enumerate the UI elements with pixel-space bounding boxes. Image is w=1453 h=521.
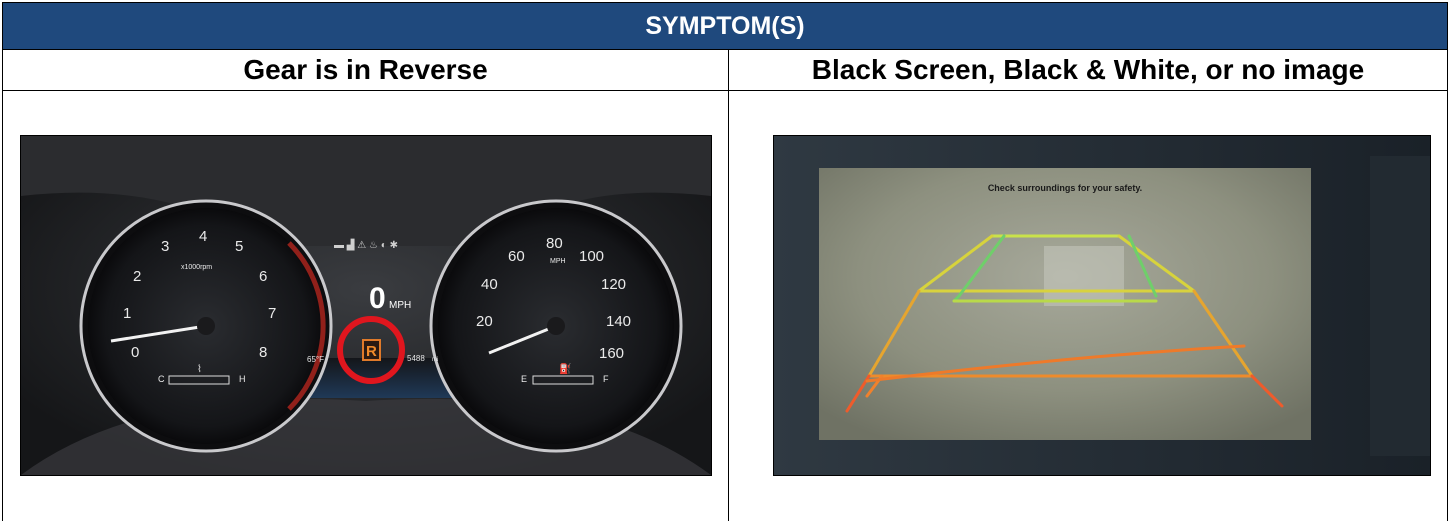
temp-cold-label: C xyxy=(158,374,165,384)
column-title-gear-reverse: Gear is in Reverse xyxy=(3,50,728,91)
indicator-icons: ▬ ▟ ⚠ ♨ ◐ ✱ xyxy=(334,238,398,251)
outside-temperature: 65°F xyxy=(307,355,324,364)
speed-number: 160 xyxy=(599,345,624,362)
digital-speed-unit: MPH xyxy=(389,300,411,311)
speed-number: 20 xyxy=(476,313,493,330)
speed-number: 80 xyxy=(546,235,563,252)
speed-unit: MPH xyxy=(550,258,566,265)
fuel-pump-icon: ⛽ xyxy=(559,362,571,375)
tach-number: 3 xyxy=(161,238,169,255)
table-header: SYMPTOM(S) xyxy=(3,3,1447,50)
tach-number: 4 xyxy=(199,228,207,245)
column-divider xyxy=(728,50,729,521)
safety-message: Check surroundings for your safety. xyxy=(988,183,1142,193)
tach-number: 6 xyxy=(259,268,267,285)
speed-number: 40 xyxy=(481,276,498,293)
fuel-empty-label: E xyxy=(521,374,527,384)
rear-camera-screen-photo: Check surroundings for your safety. xyxy=(773,135,1431,476)
speedometer: 20 40 60 80 100 120 140 160 MPH E F ⛽ xyxy=(429,199,683,453)
digital-speed: 0 xyxy=(369,282,386,315)
coolant-temp-icon: ⌇ xyxy=(197,364,202,375)
odometer-unit: mi xyxy=(432,357,438,363)
column-title-black-screen: Black Screen, Black & White, or no image xyxy=(729,50,1447,91)
tach-number: 8 xyxy=(259,344,267,361)
tach-unit: x1000rpm xyxy=(181,264,212,271)
tach-number: 1 xyxy=(123,305,131,322)
tach-number: 0 xyxy=(131,344,139,361)
symptom-table: SYMPTOM(S) Gear is in Reverse Black Scre… xyxy=(0,0,1453,521)
instrument-cluster-photo: 0 1 2 3 4 5 6 7 8 x1000rpm C H ⌇ 20 40 6… xyxy=(20,135,712,476)
tach-number: 2 xyxy=(133,268,141,285)
gear-indicator: R xyxy=(366,343,377,360)
speed-number: 60 xyxy=(508,248,525,265)
fuel-full-label: F xyxy=(603,374,609,384)
temp-hot-label: H xyxy=(239,374,246,384)
tachometer: 0 1 2 3 4 5 6 7 8 x1000rpm C H ⌇ xyxy=(79,199,333,453)
speed-number: 100 xyxy=(579,248,604,265)
tach-number: 7 xyxy=(268,305,276,322)
speed-number: 140 xyxy=(606,313,631,330)
tach-number: 5 xyxy=(235,238,243,255)
speed-number: 120 xyxy=(601,276,626,293)
odometer: 5488 xyxy=(407,354,425,363)
